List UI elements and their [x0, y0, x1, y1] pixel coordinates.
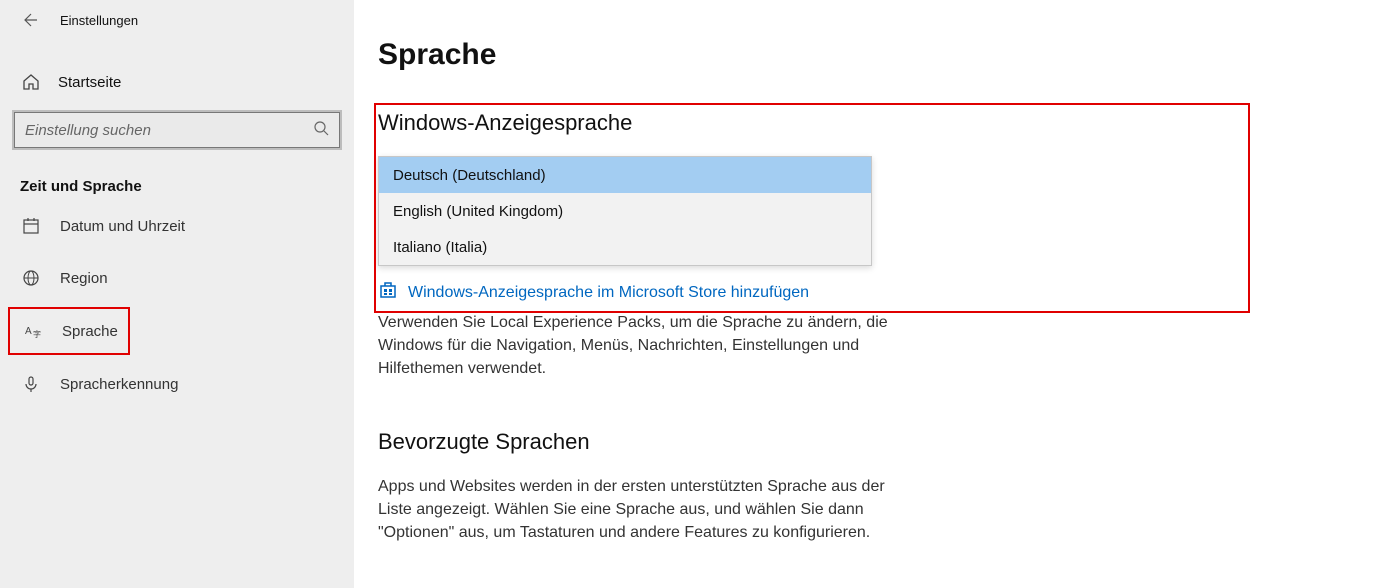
search-icon [313, 120, 329, 141]
nav-label: Datum und Uhrzeit [60, 218, 185, 235]
titlebar: Einstellungen [0, 0, 354, 40]
svg-text:A: A [25, 326, 32, 337]
section-title: Zeit und Sprache [20, 178, 354, 195]
home-icon [20, 73, 42, 91]
language-dropdown[interactable]: Deutsch (Deutschland) English (United Ki… [378, 156, 872, 266]
calendar-icon [20, 217, 42, 235]
search-box[interactable] [14, 112, 340, 148]
svg-text:字: 字 [33, 329, 41, 339]
nav-item-language[interactable]: A 字 Sprache [8, 307, 130, 355]
nav-item-date-time[interactable]: Datum und Uhrzeit [0, 203, 354, 249]
home-label: Startseite [58, 74, 121, 91]
back-button[interactable] [14, 4, 46, 36]
nav-item-speech[interactable]: Spracherkennung [0, 361, 354, 407]
store-icon [378, 280, 398, 305]
preferred-languages-heading: Bevorzugte Sprachen [378, 429, 1346, 455]
language-option[interactable]: Deutsch (Deutschland) [379, 157, 871, 193]
main-content: Sprache Windows-Anzeigesprache Deutsch (… [354, 0, 1386, 588]
search-input[interactable] [25, 122, 313, 139]
display-language-heading: Windows-Anzeigesprache [378, 110, 1346, 136]
microphone-icon [20, 375, 42, 393]
preferred-languages-description: Apps und Websites werden in der ersten u… [378, 475, 888, 545]
language-icon: A 字 [22, 322, 44, 340]
nav-item-region[interactable]: Region [0, 255, 354, 301]
add-language-store-link[interactable]: Windows-Anzeigesprache im Microsoft Stor… [378, 280, 1346, 305]
sidebar: Einstellungen Startseite Zeit und Sprach… [0, 0, 354, 588]
store-link-text: Windows-Anzeigesprache im Microsoft Stor… [408, 284, 809, 302]
language-option[interactable]: Italiano (Italia) [379, 229, 871, 265]
nav-label: Region [60, 270, 108, 287]
nav-label: Sprache [62, 323, 118, 340]
page-title: Sprache [378, 38, 1346, 72]
home-nav[interactable]: Startseite [0, 58, 354, 106]
language-option[interactable]: English (United Kingdom) [379, 193, 871, 229]
app-title: Einstellungen [60, 13, 138, 28]
back-arrow-icon [22, 12, 38, 28]
display-language-description: Verwenden Sie Local Experience Packs, um… [378, 311, 888, 381]
nav-label: Spracherkennung [60, 376, 178, 393]
globe-icon [20, 269, 42, 287]
